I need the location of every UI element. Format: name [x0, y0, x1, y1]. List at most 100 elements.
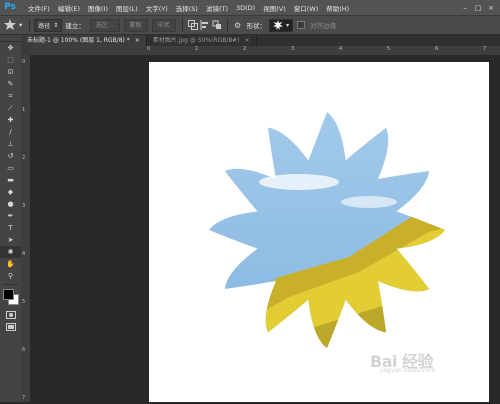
menu-filter[interactable]: 滤镜(T): [202, 3, 232, 13]
photoshop-logo: Ps: [4, 2, 16, 12]
vertical-ruler[interactable]: 0 1 2 3 4 5 6 7: [21, 55, 31, 402]
shape-label: 形状：: [246, 22, 267, 30]
menu-window[interactable]: 窗口(W): [290, 3, 323, 13]
eraser-tool[interactable]: ▭: [0, 162, 21, 174]
quick-mask-icon[interactable]: [0, 309, 21, 321]
separator: [226, 18, 228, 32]
lasso-icon: ᘏ: [7, 67, 14, 76]
color-swatches: [0, 287, 21, 309]
blur-tool[interactable]: ◆: [0, 186, 21, 198]
menu-3d[interactable]: 3D(D): [232, 4, 259, 12]
ruler-tick-label: 3: [291, 46, 295, 52]
move-icon: ✥: [7, 44, 14, 52]
mode-value: 路径: [38, 22, 51, 30]
chevron-down-icon: ▾: [286, 21, 290, 29]
menu-layer[interactable]: 图层(L): [112, 3, 142, 13]
tab-label: 未标题-1 @ 100% (图层 1, RGB/8) *: [27, 37, 130, 44]
toolbox-divider: [3, 284, 18, 285]
preset-arrow-icon[interactable]: ▾: [19, 21, 22, 29]
tab-label: 素材图片.jpg @ 50%(RGB/8#): [152, 37, 240, 44]
watermark-url: jingyan.baidu.com: [380, 367, 436, 374]
make-shape-button[interactable]: 形状: [151, 18, 176, 32]
eyedropper-tool[interactable]: ⟋: [0, 102, 21, 114]
mode-dropdown[interactable]: 路径 ⇕: [34, 18, 63, 32]
path-arrangement-icon[interactable]: [211, 19, 223, 31]
path-select-tool[interactable]: ➤: [0, 234, 21, 246]
custom-shape-preset-icon[interactable]: [4, 19, 16, 31]
pen-tool[interactable]: ✒: [0, 210, 21, 222]
align-edges-checkbox[interactable]: [297, 21, 306, 29]
document-canvas[interactable]: [149, 62, 489, 402]
hand-tool[interactable]: ✋: [0, 258, 21, 270]
menu-view[interactable]: 视图(V): [259, 3, 290, 13]
shape-picker[interactable]: ▾: [269, 18, 294, 32]
history-brush-tool[interactable]: ↺: [0, 150, 21, 162]
chevron-down-icon: ⇕: [53, 21, 59, 29]
cloud: [259, 174, 339, 190]
move-tool[interactable]: ✥: [0, 42, 21, 54]
ruler-tick-label: 2: [243, 46, 247, 52]
menu-file[interactable]: 文件(F): [24, 3, 54, 13]
quick-select-icon: ✎: [7, 80, 14, 88]
ruler-tick-label: 5: [22, 299, 26, 305]
lasso-tool[interactable]: ᘏ: [0, 66, 21, 78]
shape-tool[interactable]: ✺: [0, 246, 21, 258]
tab-close-icon[interactable]: ×: [135, 37, 140, 44]
path-operations-icon[interactable]: [187, 19, 199, 31]
ruler-tick-label: 7: [483, 46, 487, 52]
tab-untitled-1[interactable]: 未标题-1 @ 100% (图层 1, RGB/8) * ×: [21, 35, 147, 46]
crop-tool[interactable]: ⌗: [0, 90, 21, 102]
menu-help[interactable]: 帮助(H): [322, 3, 353, 13]
type-tool[interactable]: T: [0, 222, 21, 234]
minimize-icon[interactable]: –: [460, 3, 470, 13]
quick-select-tool[interactable]: ✎: [0, 78, 21, 90]
menu-image[interactable]: 图像(I): [84, 3, 112, 13]
tab-close-icon[interactable]: ×: [244, 37, 249, 44]
type-icon: T: [8, 224, 13, 232]
screen-mode-icon[interactable]: [0, 321, 21, 333]
healing-tool[interactable]: ✚: [0, 114, 21, 126]
ruler-tick-label: 7: [22, 395, 26, 401]
marquee-tool[interactable]: ⬚: [0, 54, 21, 66]
make-selection-button[interactable]: 选区...: [89, 18, 120, 32]
shape-icon: ✺: [7, 248, 14, 256]
star-shape-icon: [273, 20, 284, 30]
star-shaped-photo: [209, 112, 445, 348]
make-mask-button[interactable]: 蒙版: [123, 18, 148, 32]
brush-icon: ∕: [9, 128, 12, 136]
path-alignment-icon[interactable]: [199, 19, 211, 31]
path-select-icon: ➤: [7, 236, 14, 244]
gear-icon[interactable]: ⚙: [232, 19, 244, 31]
ruler-tick-label: 6: [22, 347, 26, 353]
align-edges-label: 对齐边缘: [310, 22, 337, 30]
ruler-tick-label: 1: [195, 46, 199, 52]
ruler-corner[interactable]: [21, 46, 31, 55]
close-icon[interactable]: ×: [486, 3, 496, 13]
ruler-tick-label: 2: [22, 155, 26, 161]
horizontal-ruler[interactable]: 0 1 2 3 4 5 6 7: [31, 46, 500, 56]
ruler-tick-label: 6: [435, 46, 439, 52]
eraser-icon: ▭: [7, 164, 14, 172]
stamp-tool[interactable]: ⊥: [0, 138, 21, 150]
maximize-icon[interactable]: □: [473, 3, 483, 13]
dodge-tool[interactable]: ●: [0, 198, 21, 210]
zoom-tool[interactable]: ⚲: [0, 270, 21, 282]
ruler-tick-label: 4: [339, 46, 343, 52]
menu-bar: Ps 文件(F) 编辑(E) 图像(I) 图层(L) 文字(Y) 选择(S) 滤…: [0, 0, 500, 16]
options-bar: ▾ 路径 ⇕ 建立： 选区... 蒙版 形状 ⚙ 形状： ▾ 对齐边缘: [0, 16, 500, 35]
toolbox-grip[interactable]: [0, 35, 21, 42]
brush-tool[interactable]: ∕: [0, 126, 21, 138]
ruler-tick-label: 5: [387, 46, 391, 52]
eyedropper-icon: ⟋: [8, 103, 13, 112]
toolbox: ✥ ⬚ ᘏ ✎ ⌗ ⟋ ✚ ∕ ⊥ ↺ ▭ ▬ ◆ ● ✒ T ➤ ✺ ✋ ⚲: [0, 35, 22, 402]
zoom-icon: ⚲: [7, 272, 14, 280]
menu-select[interactable]: 选择(S): [172, 3, 202, 13]
menu-edit[interactable]: 编辑(E): [54, 3, 84, 13]
menu-type[interactable]: 文字(Y): [142, 3, 172, 13]
tab-source-image[interactable]: 素材图片.jpg @ 50%(RGB/8#) ×: [147, 35, 257, 46]
ruler-tick-label: 3: [22, 203, 26, 209]
blur-icon: ◆: [7, 188, 14, 196]
gradient-icon: ▬: [7, 176, 14, 184]
foreground-color-swatch[interactable]: [3, 289, 14, 300]
gradient-tool[interactable]: ▬: [0, 174, 21, 186]
